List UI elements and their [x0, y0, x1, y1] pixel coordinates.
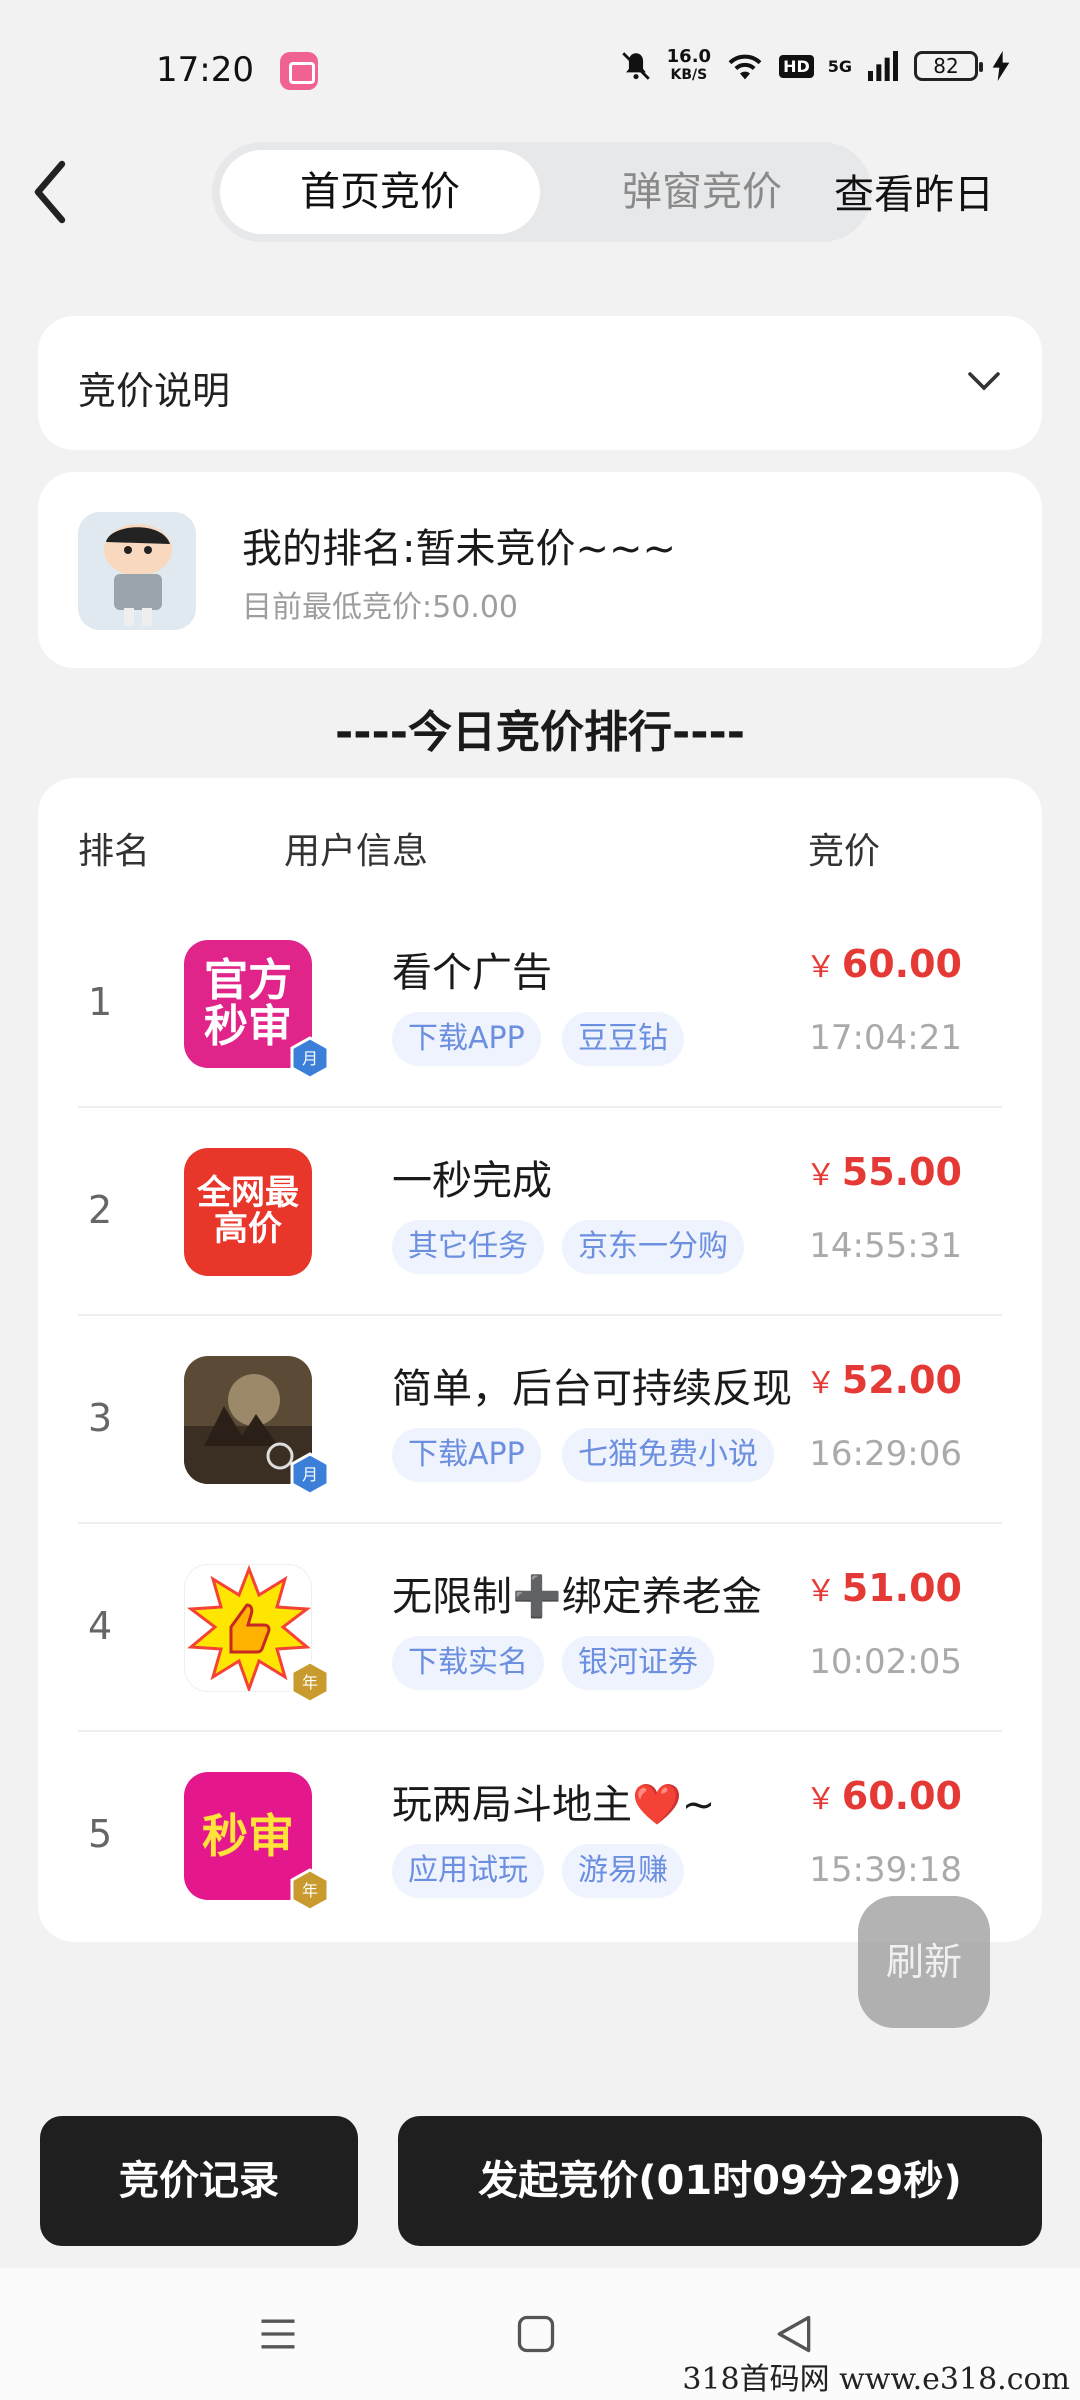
- table-row[interactable]: 4 年 无限制➕绑定养老金 下载实名 银河证券 ￥ 51.00 10:02:05: [78, 1524, 1002, 1732]
- app-icon: [280, 52, 318, 90]
- avatar: [78, 512, 196, 630]
- currency-symbol: ￥: [805, 1782, 836, 1817]
- task-title: 玩两局斗地主❤️~: [392, 1782, 716, 1828]
- header-user-info: 用户信息: [284, 831, 429, 872]
- start-bid-button[interactable]: 发起竞价(01时09分29秒): [398, 2116, 1042, 2246]
- task-thumbnail: 全网最高价: [184, 1148, 312, 1276]
- task-tag: 银河证券: [562, 1636, 714, 1690]
- header-price: 竞价: [808, 831, 881, 872]
- level-badge-icon: 月: [290, 1452, 330, 1496]
- rank-number: 4: [88, 1604, 113, 1648]
- rank-number: 1: [88, 980, 113, 1024]
- svg-text:月: 月: [302, 1465, 318, 1484]
- signal-label: 5G: [827, 56, 852, 76]
- my-rank-title: 我的排名:暂未竞价~~~: [242, 526, 677, 572]
- mute-bell-icon: [621, 52, 650, 80]
- avatar-image: [78, 512, 196, 630]
- home-icon[interactable]: [514, 2312, 558, 2356]
- bid-price: ￥ 60.00: [806, 1774, 962, 1818]
- my-rank-card: 我的排名:暂未竞价~~~ 目前最低竞价:50.00: [38, 472, 1042, 668]
- level-badge-icon: 年: [290, 1868, 330, 1912]
- task-tag: 京东一分购: [562, 1220, 744, 1274]
- bid-record-button[interactable]: 竞价记录: [40, 2116, 358, 2246]
- back-nav-icon[interactable]: [772, 2312, 816, 2356]
- level-badge-icon: 年: [290, 1660, 330, 1704]
- view-yesterday-link[interactable]: 查看昨日: [834, 162, 994, 220]
- bid-price: ￥ 55.00: [806, 1150, 962, 1194]
- bid-price: ￥ 52.00: [806, 1358, 962, 1402]
- signal-icon: [868, 51, 898, 81]
- task-tag: 其它任务: [392, 1220, 544, 1274]
- battery-icon: 82: [914, 51, 983, 81]
- status-time: 17:20: [156, 50, 254, 90]
- status-bar: 17:20 16.0 KB/S HD 5G 82: [0, 0, 1080, 140]
- bid-price-value: 51.00: [841, 1566, 962, 1610]
- bid-price: ￥ 60.00: [806, 942, 962, 986]
- rank-number: 5: [88, 1812, 113, 1856]
- ranking-section-title: ----今日竞价排行----: [334, 707, 746, 758]
- task-tag: 下载APP: [392, 1428, 541, 1482]
- task-title: 看个广告: [392, 950, 552, 996]
- refresh-button[interactable]: 刷新: [858, 1896, 990, 2028]
- bid-explanation-label: 竞价说明: [78, 369, 231, 413]
- bid-price-value: 52.00: [841, 1358, 962, 1402]
- bid-price-value: 60.00: [841, 1774, 962, 1818]
- currency-symbol: ￥: [805, 1366, 836, 1401]
- table-row[interactable]: 3 月 简单，后台可持续反现 下载APP 七猫免费小说 ￥ 52.00 16:29…: [78, 1316, 1002, 1524]
- task-title: 一秒完成: [392, 1158, 552, 1204]
- task-tag: 游易赚: [562, 1844, 684, 1898]
- net-speed: 16.0 KB/S: [667, 48, 711, 84]
- bid-explanation-dropdown[interactable]: 竞价说明: [38, 316, 1042, 450]
- watermark: 318首码网 www.e318.com: [682, 2362, 1070, 2397]
- ranking-table: 排名 用户信息 竞价 1 官方秒审 月 看个广告 下载APP 豆豆钻 ￥ 60.0…: [38, 778, 1042, 1942]
- bid-time: 16:29:06: [809, 1434, 962, 1474]
- bid-time: 10:02:05: [809, 1642, 962, 1682]
- net-speed-unit: KB/S: [670, 67, 708, 83]
- bid-time: 14:55:31: [809, 1226, 962, 1266]
- charging-icon: [992, 51, 1010, 81]
- rank-number: 2: [88, 1188, 113, 1232]
- svg-text:月: 月: [302, 1049, 318, 1068]
- back-button[interactable]: [30, 160, 90, 230]
- tab-homepage-bid[interactable]: 首页竞价: [220, 150, 540, 234]
- rank-number: 3: [88, 1396, 113, 1440]
- bid-price: ￥ 51.00: [806, 1566, 962, 1610]
- task-tag: 豆豆钻: [562, 1012, 684, 1066]
- table-row[interactable]: 5 秒审 年 玩两局斗地主❤️~ 应用试玩 游易赚 ￥ 60.00 15:39:1…: [78, 1732, 1002, 1940]
- svg-text:年: 年: [302, 1881, 318, 1900]
- bid-time: 17:04:21: [809, 1018, 962, 1058]
- table-row[interactable]: 2 全网最高价 一秒完成 其它任务 京东一分购 ￥ 55.00 14:55:31: [78, 1108, 1002, 1316]
- table-row[interactable]: 1 官方秒审 月 看个广告 下载APP 豆豆钻 ￥ 60.00 17:04:21: [78, 900, 1002, 1108]
- chevron-left-icon: [34, 160, 66, 224]
- task-tag: 下载APP: [392, 1012, 541, 1066]
- currency-symbol: ￥: [805, 950, 836, 985]
- hd-badge: HD: [779, 54, 814, 78]
- task-tag: 应用试玩: [392, 1844, 544, 1898]
- task-tag: 七猫免费小说: [562, 1428, 774, 1482]
- task-tag: 下载实名: [392, 1636, 544, 1690]
- bid-type-tabs: 首页竞价 弹窗竞价: [212, 142, 872, 242]
- thumbnail-text: 全网最高价: [197, 1173, 299, 1249]
- chevron-down-icon: [968, 372, 1000, 391]
- menu-icon[interactable]: [256, 2312, 300, 2356]
- net-speed-value: 16.0: [666, 46, 712, 67]
- bid-time: 15:39:18: [809, 1850, 962, 1890]
- currency-symbol: ￥: [805, 1574, 836, 1609]
- system-nav-bar: 318首码网 www.e318.com: [0, 2268, 1080, 2400]
- bid-price-value: 55.00: [841, 1150, 962, 1194]
- tab-popup-bid[interactable]: 弹窗竞价: [572, 150, 832, 234]
- task-title: 无限制➕绑定养老金: [392, 1574, 762, 1620]
- level-badge-icon: 月: [290, 1036, 330, 1080]
- lowest-bid-text: 目前最低竞价:50.00: [242, 590, 518, 625]
- task-title: 简单，后台可持续反现: [392, 1366, 792, 1412]
- currency-symbol: ￥: [805, 1158, 836, 1193]
- bid-price-value: 60.00: [841, 942, 962, 986]
- svg-text:年: 年: [302, 1673, 318, 1692]
- wifi-icon: [728, 54, 762, 80]
- header-rank: 排名: [78, 831, 151, 872]
